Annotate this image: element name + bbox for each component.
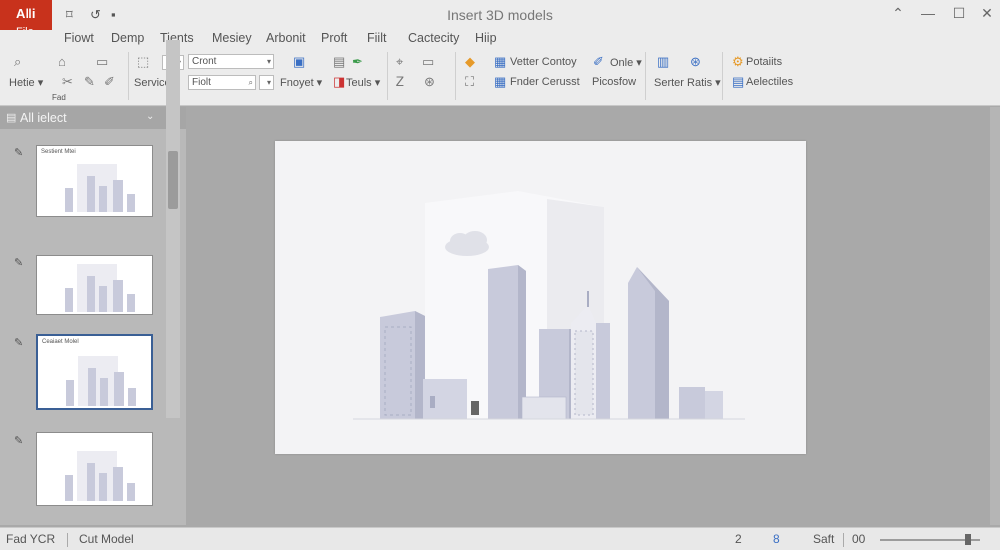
ribbon-collapse-icon[interactable]: ⌃ (886, 5, 910, 22)
model-icon[interactable]: ◆ (465, 54, 475, 70)
main-slide[interactable] (275, 141, 806, 454)
status-divider (843, 533, 844, 547)
panel-header: ▤ All ielect ⌄ ✕ (0, 107, 186, 129)
online-button[interactable]: Onle ▾ (610, 56, 642, 69)
selectables-button[interactable]: Aelectiles (746, 76, 793, 88)
chevron-down-icon[interactable]: ⌄ (146, 111, 154, 122)
font-size-value: Fiolt (192, 77, 211, 88)
menu-bar: Fiowt Demp Tients Mesiey Arbonit Proft F… (0, 30, 1000, 48)
sorter-ratio-dropdown[interactable]: Serter Ratis ▾ (654, 76, 721, 89)
close-button[interactable]: ✕ (975, 5, 999, 22)
slide-number-icon: ✎ (14, 337, 24, 349)
brush-icon[interactable]: ✎ (84, 74, 95, 90)
slide-number-icon: ✎ (14, 147, 24, 159)
view-icon[interactable]: ▦ (494, 54, 506, 70)
thumbnail-city-image (65, 264, 135, 312)
center-content-button[interactable]: Vetter Contoy (510, 56, 577, 68)
slide-number-icon: ✎ (14, 257, 24, 269)
shape-icon[interactable]: ▣ (293, 54, 305, 70)
status-comments-count[interactable]: 8 (773, 532, 780, 546)
portraits-button[interactable]: Potaiits (746, 56, 782, 68)
slide-thumbnail[interactable] (36, 432, 153, 506)
format-dropdown[interactable]: Fnoyet ▾ (280, 76, 322, 89)
separator (387, 52, 388, 100)
menu-insert[interactable]: Demp (111, 31, 144, 45)
separator (722, 52, 723, 100)
menu-help[interactable]: Hiip (475, 31, 497, 45)
status-divider (67, 533, 68, 547)
ribbon: ⌕ ⌂ ▭ Hetie ▾ ✂ ✎ ✐ Fad ⬚ ▾ Cront▾ Servi… (0, 48, 1000, 106)
slide-number-icon: ✎ (14, 435, 24, 447)
font-size-dropdown[interactable]: ▾ (259, 75, 274, 90)
settings-icon[interactable]: ⚙ (732, 54, 744, 70)
thumbnail-city-image (65, 164, 135, 212)
3d-city-model[interactable] (275, 141, 806, 454)
grid-icon[interactable]: ▥ (657, 54, 669, 70)
status-bar: Fad YCR Cut Model 2 8 Saft 00 (0, 527, 1000, 550)
menu-review[interactable]: Fiilt (367, 31, 386, 45)
find-icon[interactable]: ⌖ (396, 54, 403, 70)
home-icon[interactable]: ⌂ (58, 54, 66, 69)
paste-icon[interactable]: ⌕ (14, 54, 21, 70)
tools-icon: ◨ (333, 74, 346, 89)
document-icon[interactable]: ▤ (333, 54, 345, 70)
title-bar: A‖i File ⌑ ↺ ▪ Insert 3D models ⌃ — ☐ ✕ (0, 0, 1000, 43)
status-mode: Cut Model (79, 532, 134, 546)
pan-icon[interactable]: ▦ (494, 74, 506, 90)
home-dropdown[interactable]: Hetie ▾ (9, 76, 43, 89)
view-normal-button[interactable]: Saft (813, 532, 834, 546)
maximize-button[interactable]: ☐ (947, 5, 971, 22)
select-cursor-icon[interactable]: ⬚ (137, 54, 149, 70)
sort-icon[interactable]: Ꮓ (396, 74, 404, 90)
thumbnail-city-image (65, 451, 135, 501)
page-icon[interactable]: ▤ (732, 74, 744, 90)
panel-title: All ielect (20, 111, 67, 125)
status-slide-info: Fad YCR (6, 532, 56, 546)
window-title: Insert 3D models (447, 7, 553, 23)
scrollbar-thumb[interactable] (168, 151, 178, 209)
group-label: Fad (52, 93, 66, 102)
slide-thumbnail-selected[interactable]: Ceaiaet Molel (36, 334, 153, 410)
zoom-percent[interactable]: 00 (852, 532, 865, 546)
slide-thumbnail[interactable]: Sestient Mtei (36, 145, 153, 217)
menu-slideshow[interactable]: Proft (321, 31, 347, 45)
camera-icon[interactable]: ⛶ (465, 74, 474, 90)
copy-icon[interactable]: ▭ (96, 54, 108, 70)
format-painter-icon[interactable]: ✐ (104, 74, 115, 90)
font-name-value: Cront (192, 56, 217, 67)
right-scrollbar[interactable] (990, 107, 1000, 525)
separator (128, 52, 129, 100)
menu-home[interactable]: Fiowt (64, 31, 94, 45)
font-name-field[interactable]: Cront ▾ (188, 54, 274, 69)
menu-transitions[interactable]: Mesiey (212, 31, 252, 45)
pen-icon[interactable]: ✒ (352, 54, 363, 70)
panel-scrollbar[interactable] (166, 40, 180, 418)
tools-dropdown[interactable]: Teuls ▾ (346, 76, 380, 89)
zoom-slider-thumb[interactable] (965, 534, 971, 545)
cut-icon[interactable]: ✂ (62, 74, 73, 90)
status-notes-count[interactable]: 2 (735, 532, 742, 546)
font-size-field[interactable]: Fiolt ⌕ (188, 75, 256, 90)
slide-thumbnail[interactable] (36, 255, 153, 315)
thumbnail-city-image (66, 356, 136, 406)
edit-icon[interactable]: ✐ (593, 54, 604, 70)
sync-icon[interactable]: ⊛ (690, 54, 701, 70)
comment-icon[interactable]: ▭ (422, 54, 434, 70)
menu-animations[interactable]: Arbonit (266, 31, 306, 45)
picosfow-button[interactable]: Picosfow (592, 76, 636, 88)
panel-icon: ▤ (6, 112, 17, 124)
separator (645, 52, 646, 100)
refresh-icon[interactable]: ⊛ (424, 74, 435, 90)
menu-view[interactable]: Cactecity (408, 31, 459, 45)
minimize-button[interactable]: — (916, 5, 940, 21)
fit-content-button[interactable]: Fnder Cerusst (510, 76, 580, 88)
separator (455, 52, 456, 100)
